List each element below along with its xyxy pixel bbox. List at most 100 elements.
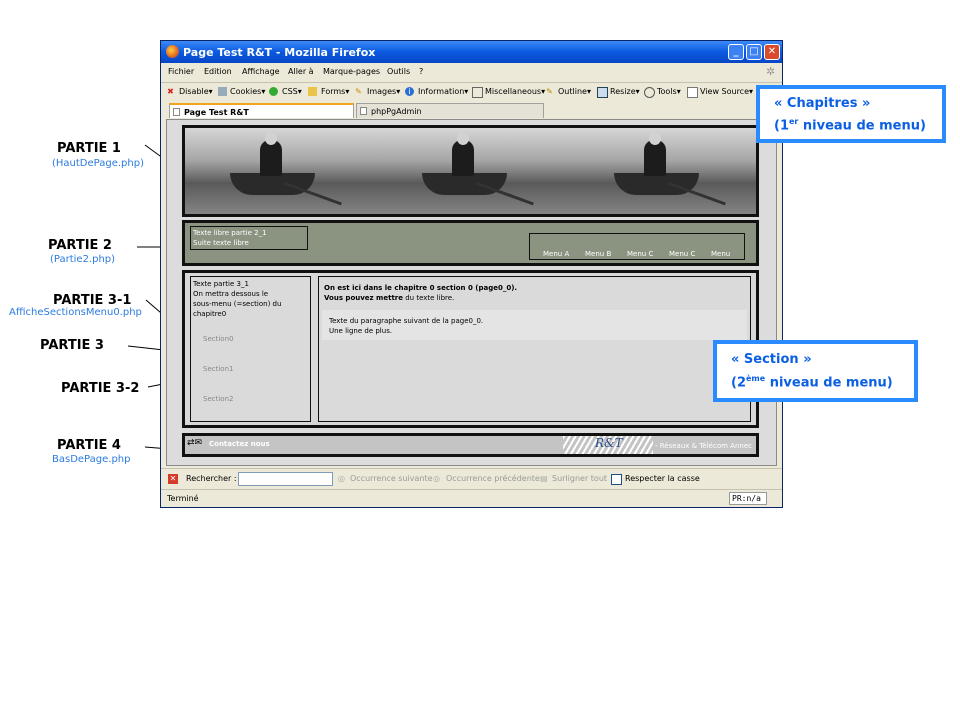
tb-forms[interactable]: Forms▾ bbox=[321, 87, 349, 96]
match-case-checkbox[interactable] bbox=[611, 474, 622, 485]
minimize-button[interactable]: _ bbox=[728, 44, 744, 60]
section-title: « Section » bbox=[731, 352, 812, 367]
css-icon bbox=[269, 87, 278, 96]
tb-resize[interactable]: Resize▾ bbox=[610, 87, 640, 96]
chapter-menu-last[interactable]: Menu bbox=[711, 250, 730, 258]
p3-right-para2: Une ligne de plus. bbox=[329, 327, 393, 335]
chapitres-sub-b: niveau de menu) bbox=[798, 118, 926, 134]
close-button[interactable]: ✕ bbox=[764, 44, 780, 60]
find-label: Rechercher : bbox=[186, 474, 237, 483]
tab-page-test[interactable]: Page Test R&T bbox=[169, 103, 354, 118]
tb-images[interactable]: Images▾ bbox=[367, 87, 400, 96]
status-text: Terminé bbox=[167, 494, 199, 503]
images-icon: ✎ bbox=[355, 87, 362, 96]
chapitres-sub-sup: er bbox=[789, 117, 799, 126]
partie1-banner bbox=[182, 125, 759, 217]
browser-window: Page Test R&T - Mozilla Firefox _ □ ✕ Fi… bbox=[160, 40, 783, 508]
section-link-1[interactable]: Section1 bbox=[203, 364, 233, 374]
find-next-icon: ◎ bbox=[338, 474, 345, 483]
tools-icon bbox=[644, 87, 655, 98]
partie3-left-column: Texte partie 3_1 On mettra dessous le so… bbox=[190, 276, 311, 422]
menu-help[interactable]: ? bbox=[419, 67, 423, 76]
miscellaneous-icon bbox=[472, 87, 483, 98]
menu-affichage[interactable]: Affichage bbox=[242, 67, 280, 76]
find-prev-button[interactable]: Occurrence précédente bbox=[446, 474, 540, 483]
p3-left-line: On mettra dessous le bbox=[193, 290, 269, 298]
chapitres-title: « Chapitres » bbox=[774, 96, 871, 111]
section-sub-sup: ème bbox=[746, 374, 766, 383]
menu-aller[interactable]: Aller à bbox=[288, 67, 314, 76]
tab-phppgadmin[interactable]: phpPgAdmin bbox=[356, 103, 544, 118]
page-content: Texte libre partie 2_1 Suite texte libre… bbox=[166, 119, 777, 466]
chapter-menu-b[interactable]: Menu B bbox=[585, 250, 611, 258]
partie3-main: Texte partie 3_1 On mettra dessous le so… bbox=[182, 270, 759, 428]
label-partie32: PARTIE 3-2 bbox=[61, 381, 140, 396]
pagerank-text: PR:n/a bbox=[732, 494, 761, 503]
section-link-0[interactable]: Section0 bbox=[203, 334, 233, 344]
highlight-all-button[interactable]: Surligner tout bbox=[552, 474, 607, 483]
partie2-text-line2: Suite texte libre bbox=[193, 239, 249, 247]
p3-left-line: Texte partie 3_1 bbox=[193, 280, 249, 288]
status-bar: Terminé PR:n/a bbox=[161, 489, 782, 508]
disable-icon: ✖ bbox=[167, 87, 174, 96]
section-callout: « Section » (2ème niveau de menu) bbox=[713, 340, 918, 402]
find-prev-icon: ◎ bbox=[433, 474, 440, 483]
label-partie1-file: (HautDePage.php) bbox=[52, 158, 144, 169]
p3-right-bold: Vous pouvez mettre bbox=[324, 294, 403, 302]
information-icon: i bbox=[405, 87, 414, 96]
rower-photo bbox=[185, 128, 377, 214]
label-partie4-file: BasDePage.php bbox=[52, 454, 131, 465]
p3-right-para1: Texte du paragraphe suivant de la page0_… bbox=[329, 317, 484, 325]
page-icon bbox=[360, 107, 367, 115]
partie2-text-box: Texte libre partie 2_1 Suite texte libre bbox=[190, 226, 308, 250]
p3-left-line: chapitre0 bbox=[193, 310, 227, 318]
rower-photo bbox=[569, 128, 756, 214]
chapter-menu-c[interactable]: Menu C bbox=[627, 250, 653, 258]
chapter-menu-a[interactable]: Menu A bbox=[543, 250, 569, 258]
section-link-2[interactable]: Section2 bbox=[203, 394, 233, 404]
tb-information[interactable]: Information▾ bbox=[418, 87, 468, 96]
menu-outils[interactable]: Outils bbox=[387, 67, 410, 76]
tb-css[interactable]: CSS▾ bbox=[282, 87, 302, 96]
label-partie4: PARTIE 4 bbox=[57, 438, 121, 453]
view-source-icon bbox=[687, 87, 698, 98]
chapter-menu-c2[interactable]: Menu C bbox=[669, 250, 695, 258]
tb-disable[interactable]: Disable▾ bbox=[179, 87, 213, 96]
section-subtitle: (2ème niveau de menu) bbox=[731, 370, 893, 391]
label-partie31-file: AfficheSectionsMenu0.php bbox=[9, 307, 142, 318]
tb-cookies[interactable]: Cookies▾ bbox=[230, 87, 265, 96]
page-icon bbox=[173, 108, 180, 116]
tb-outline[interactable]: Outline▾ bbox=[558, 87, 591, 96]
contact-link[interactable]: Contactez nous bbox=[209, 440, 270, 448]
menu-edition[interactable]: Edition bbox=[204, 67, 232, 76]
menu-fichier[interactable]: Fichier bbox=[168, 67, 194, 76]
tb-miscellaneous[interactable]: Miscellaneous▾ bbox=[485, 87, 545, 96]
partie4-footer: ⇄✉ Contactez nous R&T - Réseaux & Téléco… bbox=[182, 433, 759, 457]
rower-head bbox=[265, 132, 277, 145]
outline-icon: ✎ bbox=[546, 87, 553, 96]
rower bbox=[452, 140, 474, 176]
pagerank-box: PR:n/a bbox=[729, 492, 767, 505]
match-case-label: Respecter la casse bbox=[625, 474, 700, 483]
footer-tagline: - Réseaux & Télécom Annec bbox=[655, 442, 752, 450]
partie2-bar: Texte libre partie 2_1 Suite texte libre… bbox=[182, 220, 759, 266]
maximize-button[interactable]: □ bbox=[746, 44, 762, 60]
menu-marque-pages[interactable]: Marque-pages bbox=[323, 67, 380, 76]
tb-tools[interactable]: Tools▾ bbox=[657, 87, 681, 96]
partie2-text-line1: Texte libre partie 2_1 bbox=[193, 229, 267, 237]
partie3-right-column: On est ici dans le chapitre 0 section 0 … bbox=[318, 276, 751, 422]
rower-photo bbox=[377, 128, 569, 214]
section-sub-a: (2 bbox=[731, 375, 746, 391]
label-partie2: PARTIE 2 bbox=[48, 238, 112, 253]
chapitres-callout-inner: « Chapitres » (1er niveau de menu) bbox=[760, 89, 942, 139]
tb-view-source[interactable]: View Source▾ bbox=[700, 87, 753, 96]
find-input[interactable] bbox=[238, 472, 333, 486]
section-sub-b: niveau de menu) bbox=[765, 375, 893, 391]
rower-head bbox=[457, 132, 469, 145]
tab-label: phpPgAdmin bbox=[371, 107, 422, 116]
find-next-button[interactable]: Occurrence suivante bbox=[350, 474, 433, 483]
rower bbox=[260, 140, 282, 176]
window-title: Page Test R&T - Mozilla Firefox bbox=[183, 46, 376, 59]
close-find-icon[interactable]: ✕ bbox=[168, 474, 178, 484]
p3-right-heading: On est ici dans le chapitre 0 section 0 … bbox=[324, 284, 518, 292]
